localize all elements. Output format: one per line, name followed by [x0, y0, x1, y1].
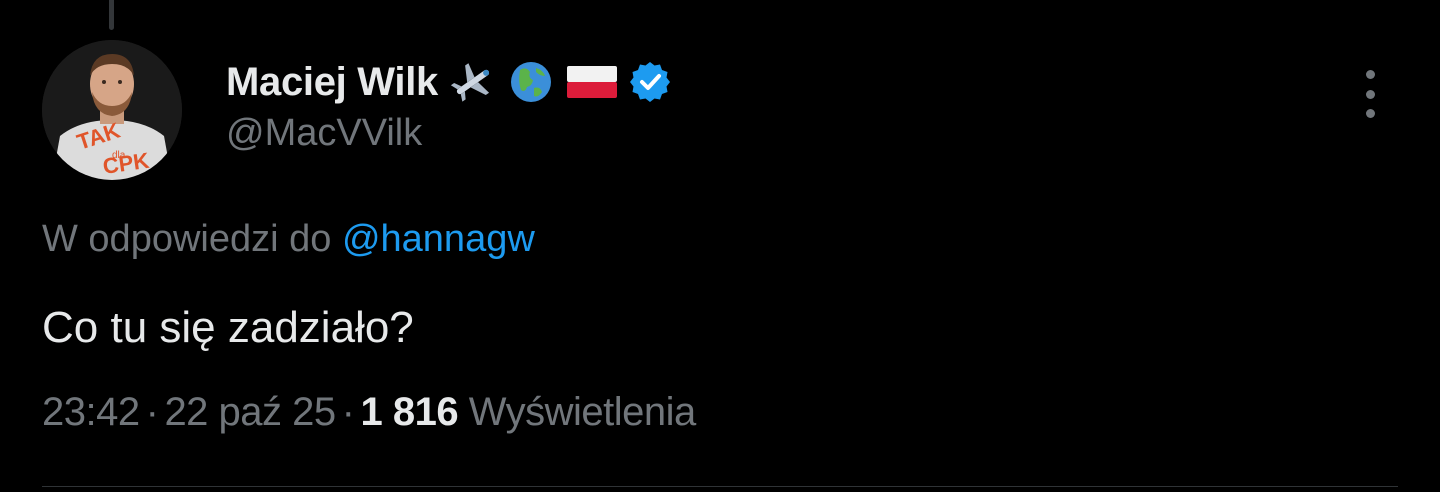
- views-count: 1 816: [360, 390, 459, 434]
- tweet-time[interactable]: 23:42: [42, 390, 140, 434]
- avatar[interactable]: TAK dla CPK: [42, 40, 182, 180]
- author-name[interactable]: Maciej Wilk: [226, 60, 438, 105]
- views-label: Wyświetlenia: [468, 390, 697, 434]
- verified-badge-icon[interactable]: [629, 60, 670, 104]
- reply-prefix: W odpowiedzi do: [42, 218, 332, 260]
- tweet-date[interactable]: 22 paź 25: [164, 390, 336, 434]
- reply-mention-link[interactable]: @hannagw: [342, 218, 535, 260]
- divider: [42, 486, 1398, 487]
- more-dot-icon: [1365, 89, 1375, 99]
- poland-flag-icon: [566, 60, 618, 104]
- avatar-shirt-text-bottom: CPK: [101, 148, 151, 179]
- more-dot-icon: [1365, 109, 1375, 118]
- tweet-detail: TAK dla CPK Maciej Wilk @MacVVilk W odpo…: [0, 0, 1440, 492]
- tweet-meta: 23:42 · 22 paź 25 · 1 816 Wyświetlenia: [42, 390, 696, 435]
- more-dot-icon: [1365, 70, 1375, 79]
- thread-connector-line: [109, 0, 114, 30]
- avatar-image: TAK dla CPK: [42, 40, 182, 180]
- meta-separator: ·: [145, 390, 159, 434]
- airplane-icon: [450, 60, 496, 104]
- reply-context: W odpowiedzi do @hannagw: [42, 218, 535, 261]
- globe-americas-icon: [508, 60, 554, 104]
- more-options-button[interactable]: [1350, 70, 1390, 118]
- meta-separator: ·: [341, 390, 355, 434]
- tweet-text: Co tu się zadziało?: [42, 303, 414, 352]
- author-name-row: Maciej Wilk: [226, 58, 670, 106]
- author-handle[interactable]: @MacVVilk: [226, 112, 422, 155]
